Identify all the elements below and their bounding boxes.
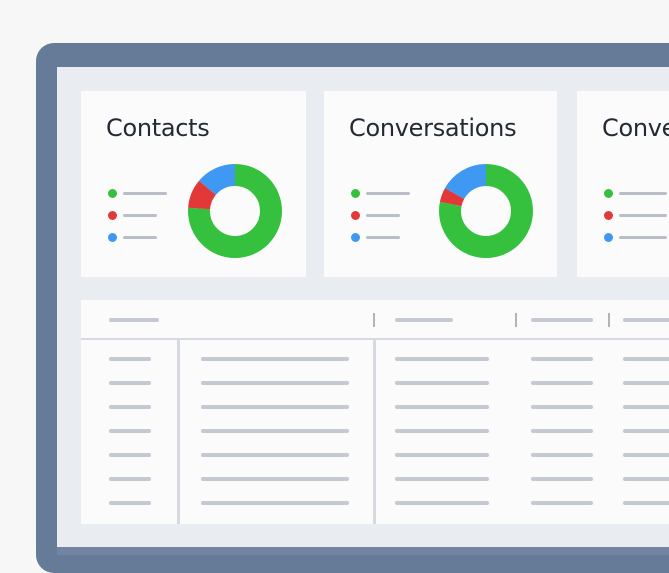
cell-placeholder bbox=[623, 405, 669, 409]
green-dot-icon bbox=[351, 189, 360, 198]
header-placeholder-2 bbox=[395, 318, 453, 322]
contacts-donut-chart bbox=[188, 164, 282, 258]
cell-placeholder bbox=[623, 477, 669, 481]
data-table-panel bbox=[81, 300, 669, 524]
red-dot-icon bbox=[108, 211, 117, 220]
green-dot-icon bbox=[108, 189, 117, 198]
cell-placeholder bbox=[109, 501, 151, 505]
legend-placeholder-line bbox=[366, 214, 400, 217]
green-dot-icon bbox=[604, 189, 613, 198]
card-title-conversations: Conversations bbox=[349, 114, 517, 142]
cell-placeholder bbox=[623, 357, 669, 361]
cell-placeholder bbox=[109, 381, 151, 385]
cell-placeholder bbox=[201, 381, 349, 385]
cell-placeholder bbox=[395, 405, 489, 409]
cell-placeholder bbox=[623, 501, 669, 505]
cell-placeholder bbox=[531, 477, 593, 481]
cell-placeholder bbox=[109, 405, 151, 409]
blue-dot-icon bbox=[108, 233, 117, 242]
cell-placeholder bbox=[395, 501, 489, 505]
cell-placeholder bbox=[109, 429, 151, 433]
dashboard-illustration: Contacts Conversations Conve bbox=[0, 0, 669, 573]
cell-placeholder bbox=[531, 429, 593, 433]
cell-placeholder bbox=[109, 357, 151, 361]
red-dot-icon bbox=[604, 211, 613, 220]
header-placeholder-1 bbox=[109, 318, 159, 322]
cell-placeholder bbox=[623, 453, 669, 457]
legend-placeholder-line bbox=[123, 214, 157, 217]
cell-placeholder bbox=[201, 477, 349, 481]
legend-placeholder-line bbox=[123, 236, 157, 239]
column-separator-icon bbox=[608, 313, 610, 327]
cell-placeholder bbox=[531, 357, 593, 361]
legend-placeholder-line bbox=[366, 192, 410, 195]
card-title-contacts: Contacts bbox=[106, 114, 210, 142]
blue-dot-icon bbox=[351, 233, 360, 242]
cell-placeholder bbox=[531, 381, 593, 385]
cell-placeholder bbox=[395, 357, 489, 361]
cell-placeholder bbox=[623, 381, 669, 385]
partial-conversations-card: Conve bbox=[577, 91, 669, 277]
legend-placeholder-line bbox=[619, 214, 667, 217]
donut-center bbox=[213, 189, 257, 233]
table-header bbox=[81, 300, 669, 340]
cell-placeholder bbox=[395, 453, 489, 457]
cell-placeholder bbox=[201, 501, 349, 505]
legend-placeholder-line bbox=[619, 236, 667, 239]
legend-placeholder-line bbox=[123, 192, 167, 195]
cell-placeholder bbox=[109, 477, 151, 481]
cell-placeholder bbox=[531, 453, 593, 457]
conversations-card: Conversations bbox=[324, 91, 557, 277]
table-column-divider bbox=[177, 340, 180, 524]
card-title-partial: Conve bbox=[602, 114, 669, 142]
cell-placeholder bbox=[201, 405, 349, 409]
conversations-donut-chart bbox=[439, 164, 533, 258]
cell-placeholder bbox=[395, 429, 489, 433]
screen-bottom-edge bbox=[57, 547, 669, 555]
blue-dot-icon bbox=[604, 233, 613, 242]
column-separator-icon bbox=[373, 313, 375, 327]
red-dot-icon bbox=[351, 211, 360, 220]
cell-placeholder bbox=[395, 381, 489, 385]
cell-placeholder bbox=[109, 453, 151, 457]
header-placeholder-3 bbox=[531, 318, 593, 322]
cell-placeholder bbox=[201, 357, 349, 361]
header-placeholder-4 bbox=[623, 318, 669, 322]
cell-placeholder bbox=[395, 477, 489, 481]
cell-placeholder bbox=[623, 429, 669, 433]
cell-placeholder bbox=[531, 501, 593, 505]
table-column-divider bbox=[373, 340, 376, 524]
contacts-card: Contacts bbox=[81, 91, 306, 277]
column-separator-icon bbox=[515, 313, 517, 327]
cell-placeholder bbox=[201, 453, 349, 457]
cell-placeholder bbox=[201, 429, 349, 433]
legend-placeholder-line bbox=[619, 192, 667, 195]
cell-placeholder bbox=[531, 405, 593, 409]
legend-placeholder-line bbox=[366, 236, 400, 239]
donut-center bbox=[464, 189, 508, 233]
